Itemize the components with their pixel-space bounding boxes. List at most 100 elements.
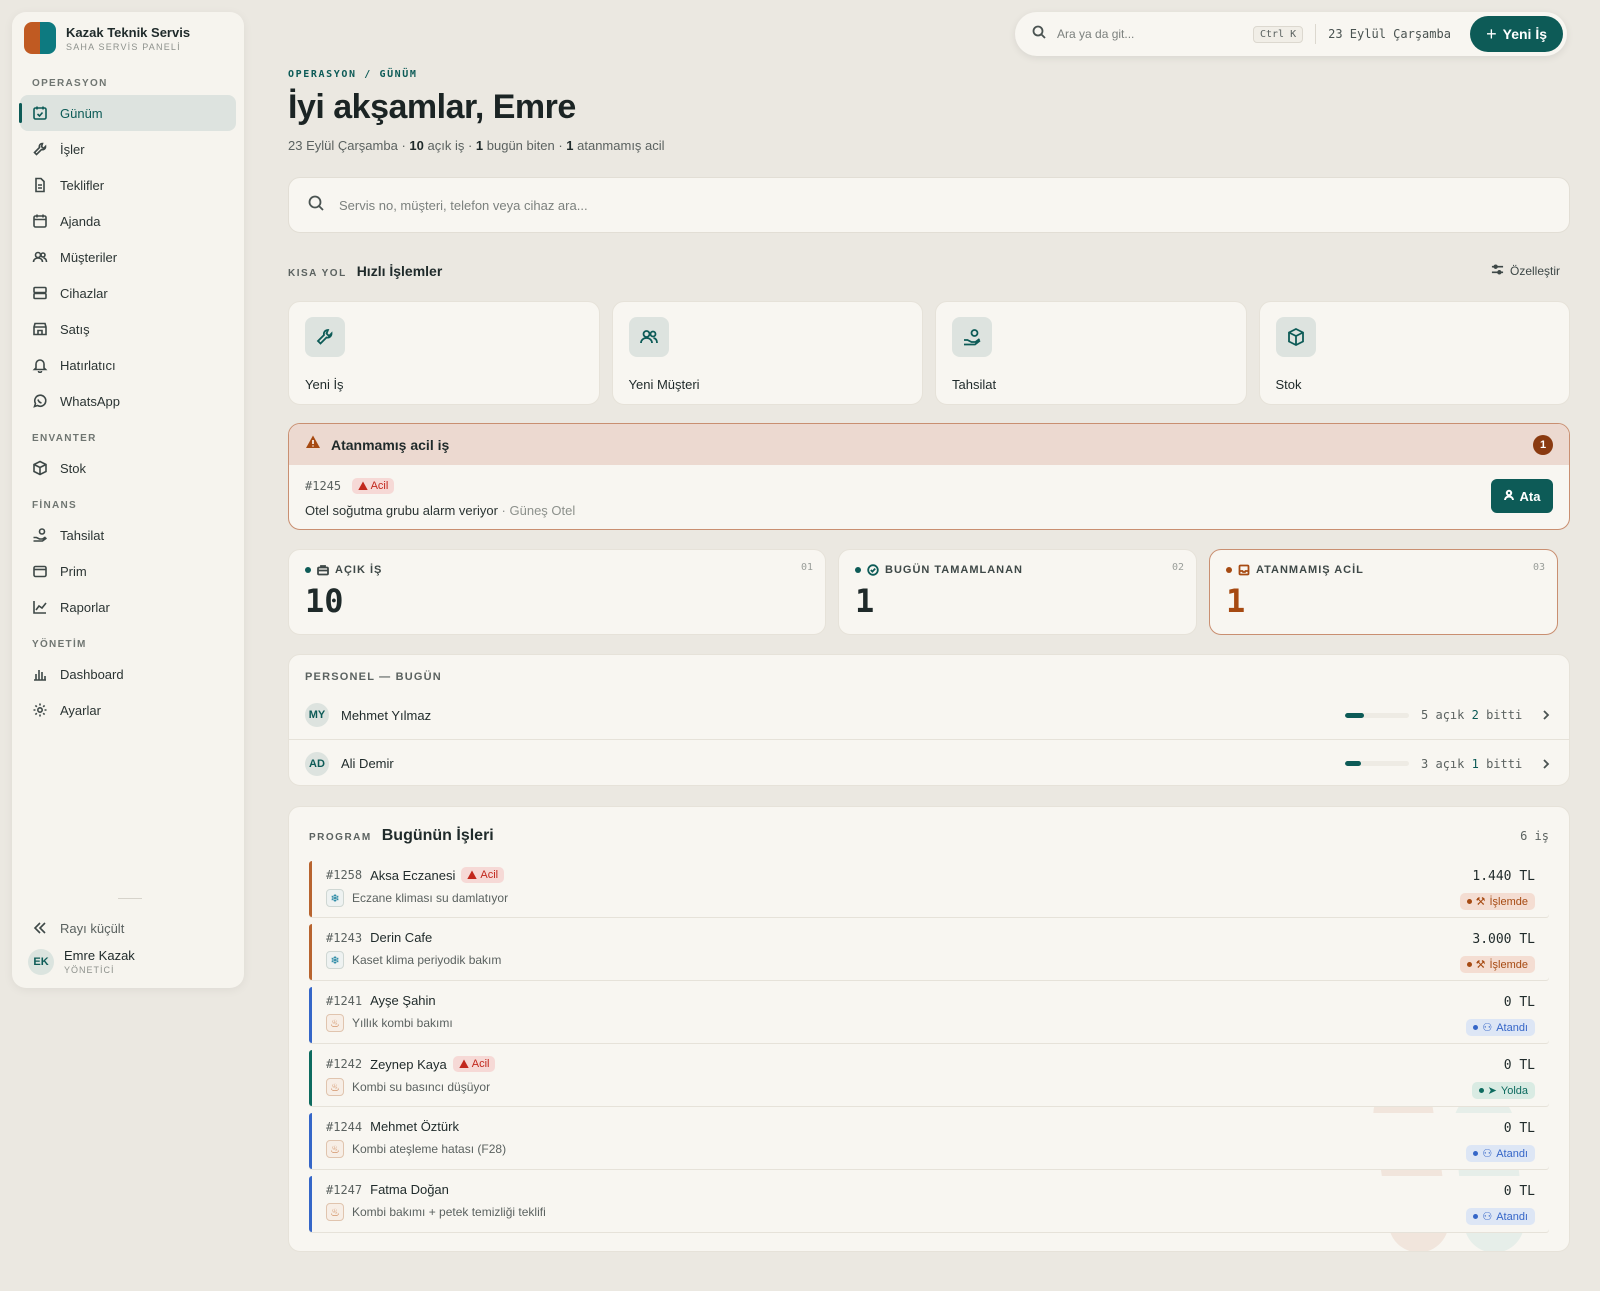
user-profile[interactable]: EK Emre Kazak YÖNETİCİ	[28, 948, 135, 975]
flame-icon: ♨	[326, 1203, 344, 1221]
chart-line-icon	[32, 599, 48, 615]
summary-urgent-text: atanmamış acil	[577, 138, 665, 153]
sidebar-item-label: Tahsilat	[60, 527, 105, 543]
new-job-button[interactable]: + Yeni İş	[1470, 16, 1563, 52]
job-details: ♨ Kombi bakımı + petek temizliği teklifi	[326, 1203, 1535, 1221]
stat-label: BUGÜN TAMAMLANAN	[855, 564, 1180, 576]
divider	[118, 898, 142, 899]
status-label: Atandı	[1496, 1147, 1528, 1160]
job-customer: Aksa Eczanesi	[370, 867, 456, 883]
staff-row[interactable]: MY Mehmet Yılmaz 5 açık 2 bitti	[289, 691, 1569, 739]
alert-job[interactable]: #1245 Acil Otel soğutma grubu alarm veri…	[289, 465, 1569, 529]
section-title: Bugünün İşleri	[381, 827, 494, 844]
warning-icon	[305, 434, 321, 455]
double-chevron-left-icon	[32, 920, 48, 936]
sidebar-item-gunum[interactable]: Günüm	[19, 95, 236, 131]
stat-completed-today[interactable]: BUGÜN TAMAMLANAN 1 02	[838, 549, 1197, 635]
command-search-input[interactable]: Ara ya da git...	[1057, 27, 1253, 41]
collapse-sidebar-button[interactable]: Rayı küçült	[20, 910, 236, 946]
wrench-icon: ⚒	[1475, 959, 1486, 971]
job-amount: 0 TL	[1503, 995, 1535, 1010]
job-row[interactable]: #1247 Fatma Doğan ♨ Kombi bakımı + petek te…	[309, 1176, 1549, 1232]
stat-label-text: AÇIK İŞ	[335, 564, 383, 576]
stat-open-jobs[interactable]: AÇIK İŞ 10 01	[288, 549, 826, 635]
job-header: #1242 Zeynep Kaya Acil	[326, 1056, 1535, 1072]
done-word: bitti	[1486, 708, 1523, 722]
sidebar-item-musteriler[interactable]: Müşteriler	[20, 239, 236, 275]
sidebar-item-whatsapp[interactable]: WhatsApp	[20, 383, 236, 419]
job-number: #1243	[326, 930, 363, 945]
status-label: Atandı	[1496, 1021, 1528, 1034]
stat-value: 1	[1226, 582, 1246, 620]
bell-icon	[32, 357, 48, 373]
stat-label-text: ATANMAMIŞ ACİL	[1256, 564, 1364, 576]
sidebar-item-label: Prim	[60, 563, 87, 579]
sidebar-item-hatirlatici[interactable]: Hatırlatıcı	[20, 347, 236, 383]
status-dot	[1466, 962, 1472, 967]
sidebar-item-label: Dashboard	[60, 666, 124, 682]
brand-subtitle: SAHA SERVİS PANELİ	[66, 41, 181, 52]
stat-unassigned-urgent[interactable]: ATANMAMIŞ ACİL 1 03	[1209, 549, 1558, 635]
brand-logo	[24, 22, 56, 54]
bar-chart-icon	[32, 666, 48, 682]
assign-button[interactable]: Ata	[1491, 479, 1553, 513]
main-search-input[interactable]: Servis no, müşteri, telefon veya cihaz a…	[288, 177, 1570, 233]
job-row[interactable]: #1242 Zeynep Kaya Acil ♨ Kombi su basıncı dü…	[309, 1050, 1549, 1106]
sidebar-item-stok[interactable]: Stok	[20, 450, 236, 486]
open-word: açık	[1435, 756, 1465, 771]
whatsapp-icon	[32, 393, 48, 409]
stat-value: 1	[855, 582, 875, 620]
sidebar-item-label: Ajanda	[60, 213, 101, 229]
status-dot	[855, 567, 861, 573]
sidebar-item-ajanda[interactable]: Ajanda	[20, 203, 236, 239]
job-customer: · Güneş Otel	[501, 503, 576, 518]
staff-row[interactable]: AD Ali Demir 3 açık 1 bitti	[289, 739, 1569, 787]
job-description: Kombi su basıncı düşüyor	[352, 1080, 491, 1094]
sidebar-item-label: Raporlar	[60, 599, 110, 615]
sidebar-item-cihazlar[interactable]: Cihazlar	[20, 275, 236, 311]
warning-icon	[459, 1059, 469, 1068]
sidebar-item-raporlar[interactable]: Raporlar	[20, 589, 236, 625]
progress-bar	[1345, 761, 1409, 766]
urgent-badge-label: Acil	[370, 479, 389, 492]
job-row[interactable]: #1244 Mehmet Öztürk ♨ Kombi ateşleme hatası…	[309, 1113, 1549, 1169]
job-row[interactable]: #1258 Aksa Eczanesi Acil ❄ Eczane kliması su…	[309, 861, 1549, 917]
customize-button[interactable]: Özelleştir	[1491, 263, 1570, 279]
progress-fill	[1345, 761, 1361, 766]
quick-action-payment[interactable]: Tahsilat	[935, 301, 1247, 405]
calendar-icon	[32, 213, 48, 229]
progress-fill	[1345, 712, 1364, 718]
job-row[interactable]: #1241 Ayşe Şahin ♨ Yıllık kombi bakımı 0 TL ⚇…	[309, 987, 1549, 1043]
job-count: 6 iş	[1520, 829, 1549, 843]
job-number: #1241	[326, 993, 363, 1008]
quick-action-new-customer[interactable]: Yeni Müşteri	[611, 301, 923, 405]
stat-label-text: BUGÜN TAMAMLANAN	[885, 564, 1023, 576]
quick-action-new-job[interactable]: Yeni İş	[288, 301, 600, 405]
sidebar-item-tahsilat[interactable]: Tahsilat	[20, 517, 236, 553]
done-word: bitti	[1486, 756, 1523, 771]
panel-title: PERSONEL — BUGÜN	[305, 671, 442, 683]
wrench-icon: ⚒	[1475, 896, 1486, 908]
box-icon	[1275, 317, 1316, 357]
job-row[interactable]: #1243 Derin Cafe ❄ Kaset klima periyodik ba…	[309, 924, 1549, 980]
sidebar-item-prim[interactable]: Prim	[20, 553, 236, 589]
sidebar-item-dashboard[interactable]: Dashboard	[20, 656, 236, 692]
sidebar-item-ayarlar[interactable]: Ayarlar	[20, 692, 236, 728]
status-badge: ➤ Yolda	[1471, 1082, 1535, 1099]
sidebar-item-satis[interactable]: Satış	[20, 311, 236, 347]
job-amount: 1.440 TL	[1472, 869, 1535, 884]
brand[interactable]: Kazak Teknik Servis SAHA SERVİS PANELİ	[20, 22, 236, 64]
flame-icon: ♨	[326, 1140, 344, 1158]
open-word: açık	[1435, 708, 1465, 722]
search-icon	[307, 194, 325, 217]
status-badge: ⚇ Atandı	[1466, 1145, 1535, 1162]
job-details: ❄ Kaset klima periyodik bakım	[326, 951, 1535, 969]
sidebar-item-teklifler[interactable]: Teklifler	[20, 167, 236, 203]
status-dot	[1473, 1214, 1479, 1219]
sidebar-item-isler[interactable]: İşler	[20, 131, 236, 167]
quick-action-stock[interactable]: Stok	[1258, 301, 1570, 405]
box-icon	[32, 460, 48, 476]
divider	[1315, 24, 1317, 44]
flame-icon: ♨	[326, 1014, 344, 1032]
wrench-icon	[305, 317, 345, 357]
